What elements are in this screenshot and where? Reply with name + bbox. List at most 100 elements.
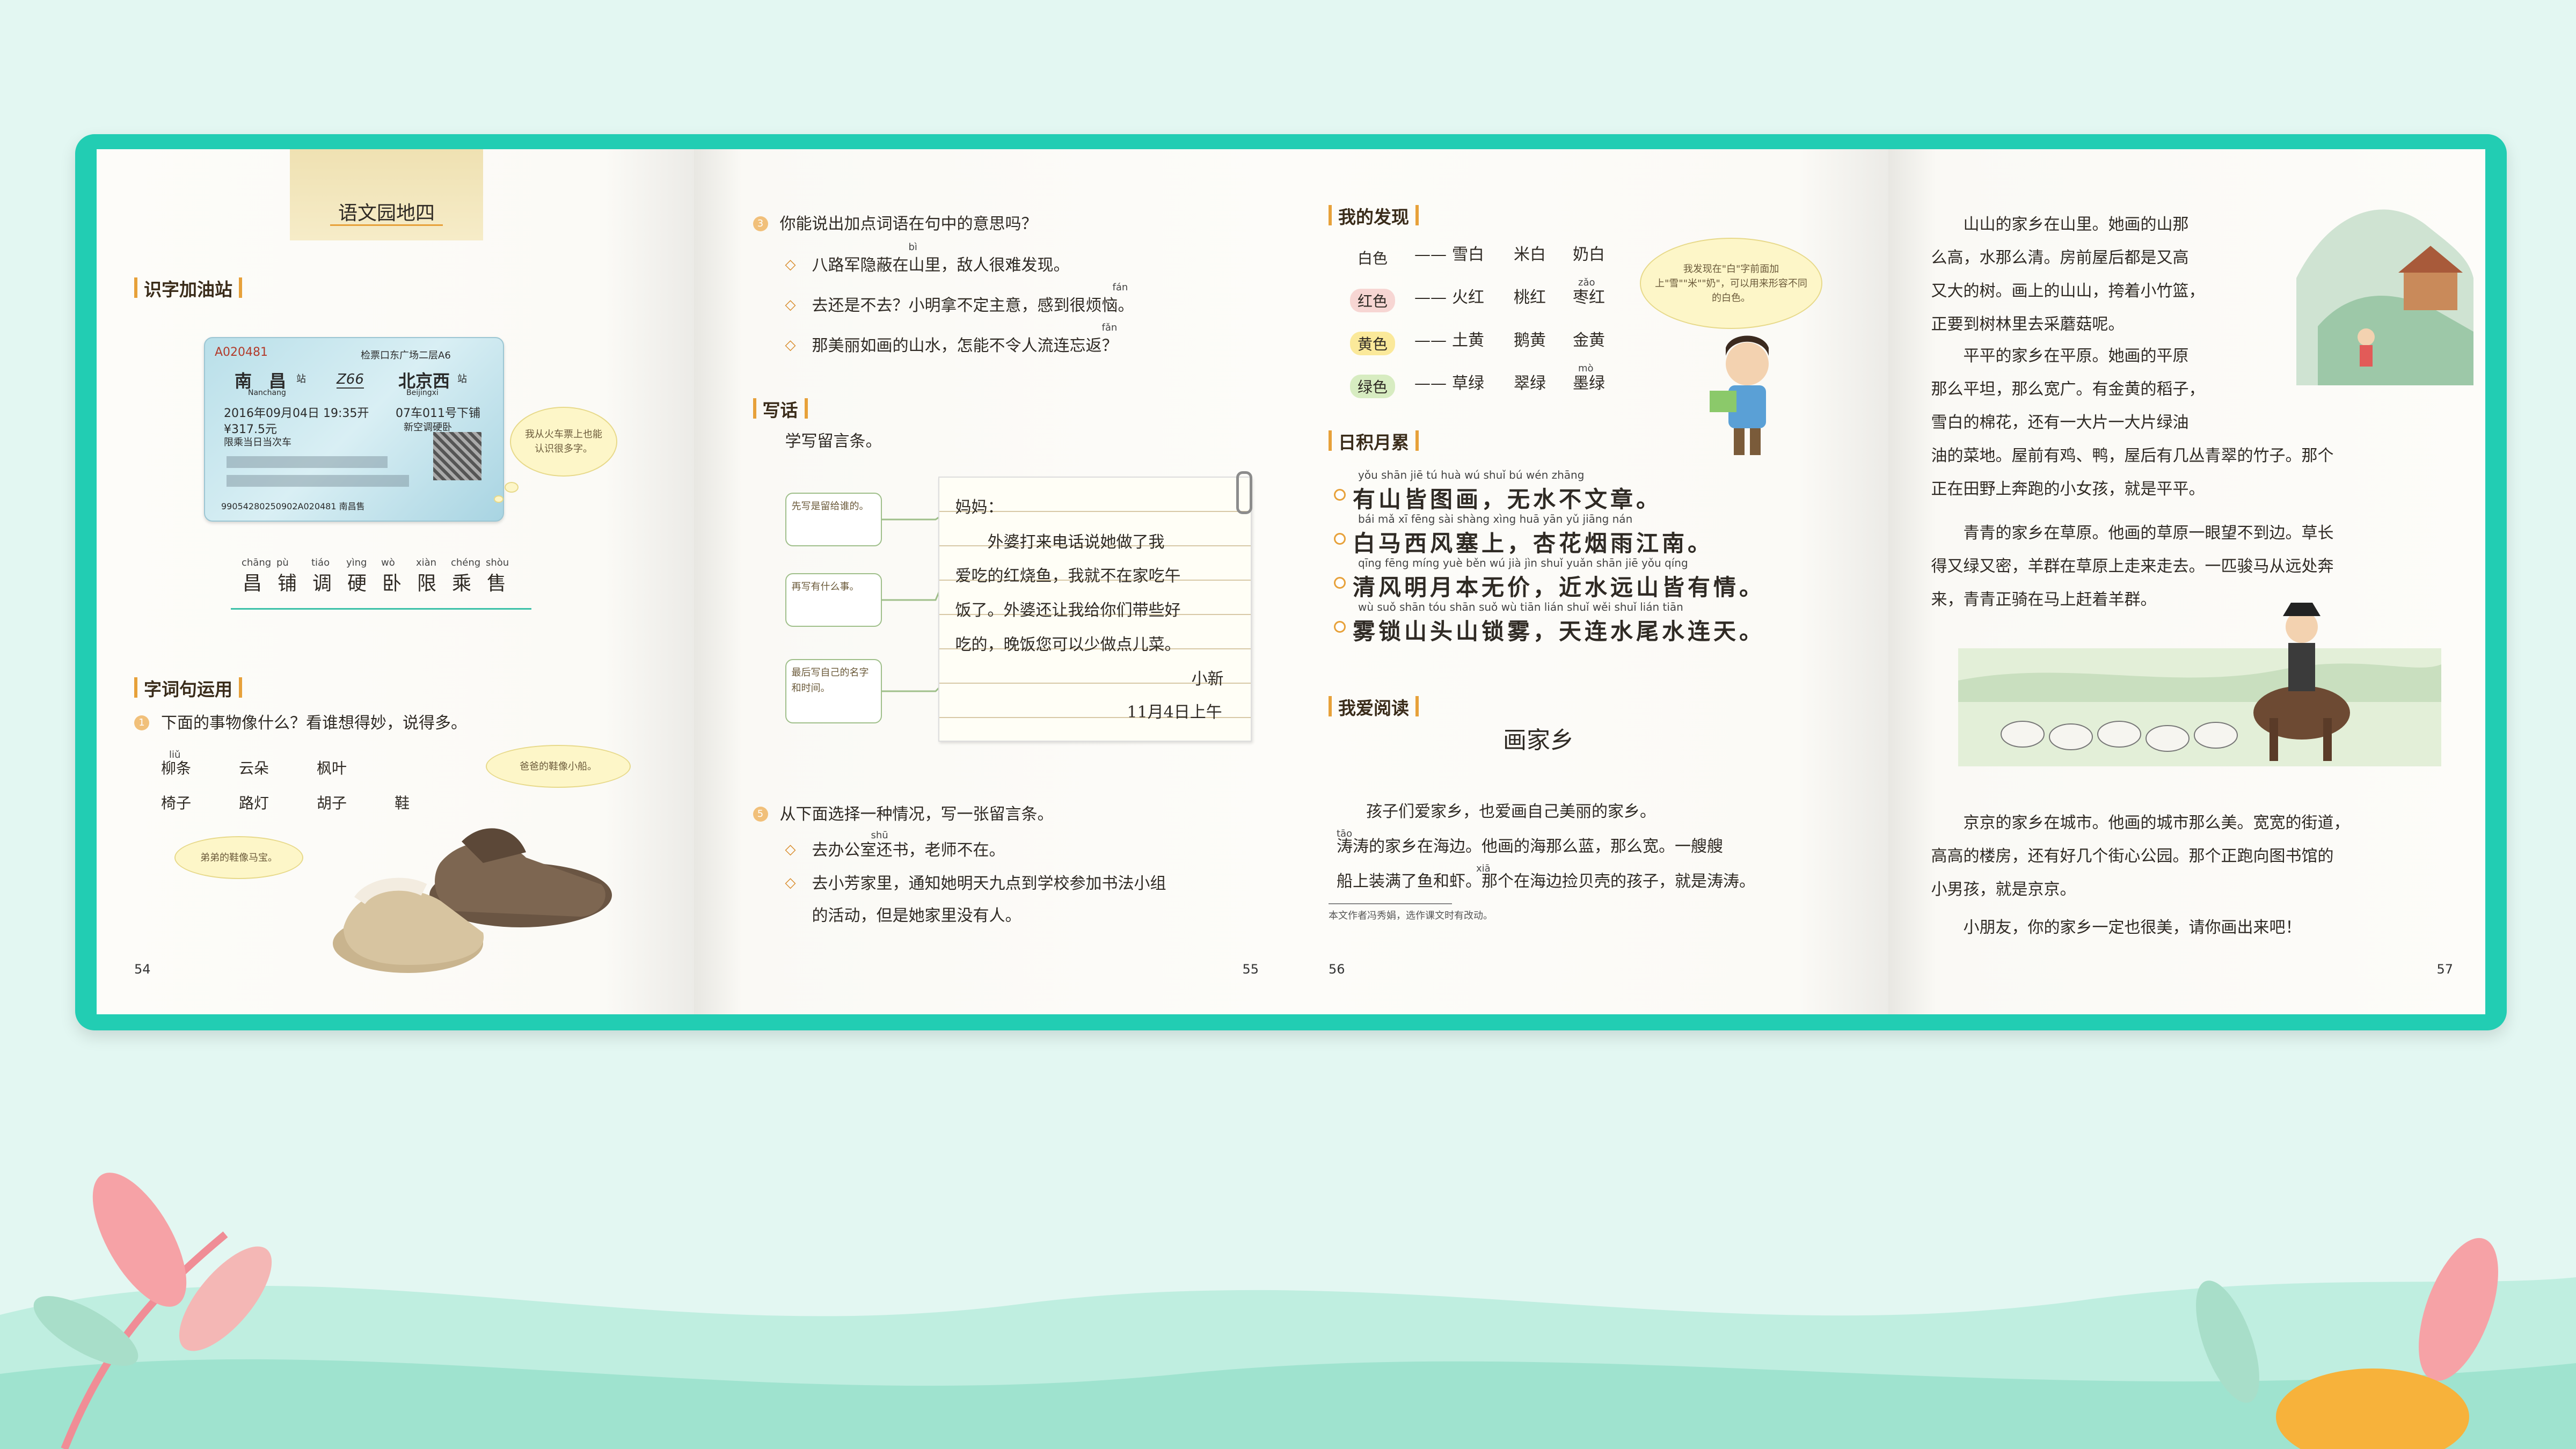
note-date: 11月4日上午 xyxy=(1127,703,1222,722)
body-line: 那么平坦，那么宽广。有金黄的稻子， xyxy=(1931,380,2205,399)
q3-pinyin: fán xyxy=(1112,282,1128,293)
body-line: 正要到树林里去采蘑菇呢。 xyxy=(1931,315,2125,334)
diamond-bullet-icon: ◇ xyxy=(785,257,796,273)
char-glyph: 卧 xyxy=(382,573,402,595)
body-line: 平平的家乡在平原。她画的平原 xyxy=(1963,347,2189,365)
color-keyword: 红色 xyxy=(1350,289,1396,312)
char-pinyin: xiàn xyxy=(416,557,437,568)
question-3: 你能说出加点词语在句中的意思吗？ xyxy=(779,215,1038,233)
ticket-car: 07车011号下铺 xyxy=(396,407,480,420)
color-word: 墨绿 xyxy=(1573,374,1605,393)
color-keyword: 绿色 xyxy=(1350,375,1396,398)
word-yunduo: 云朵 xyxy=(239,759,269,777)
ticket-note-1: 限乘当日当次车 xyxy=(224,437,291,448)
poem-line: 白马西风塞上，杏花烟雨江南。 xyxy=(1353,530,1714,557)
dash: —— xyxy=(1414,374,1447,393)
color-word: 土黄 xyxy=(1452,331,1484,350)
note-greeting: 妈妈： xyxy=(955,498,1004,517)
ticket-train: Z66 xyxy=(337,371,364,389)
speech-bubble-sister-shoe: 弟弟的鞋像马宝。 xyxy=(174,836,303,879)
poem-pinyin: qīng fēng míng yuè běn wú jià jìn shuǐ y… xyxy=(1358,557,1688,569)
poem-line: 雾锁山头山锁雾，天连水尾水连天。 xyxy=(1353,618,1765,645)
qr-code-icon xyxy=(433,432,481,480)
char-glyph: 调 xyxy=(312,573,332,595)
char-glyph: 限 xyxy=(417,573,437,595)
section-heading-literacy: 识字加油站 xyxy=(134,275,242,301)
word-ludeng: 路灯 xyxy=(239,794,269,812)
mindmap-box-2: 再写有什么事。 xyxy=(785,573,882,627)
body-line: 山山的家乡在山里。她画的山那 xyxy=(1963,215,2189,234)
q5-item-1: 去办公室还书，老师不在。 xyxy=(812,841,1005,860)
page-55: 3 你能说出加点词语在句中的意思吗？ ◇ bì 八路军隐蔽在山里，敌人很难发现。 ◇ f… xyxy=(694,149,1291,1014)
char-pinyin: chāng xyxy=(242,557,272,568)
poem-bullet-icon xyxy=(1334,577,1346,589)
banner-title: 语文园地四 xyxy=(338,202,435,224)
diamond-bullet-icon: ◇ xyxy=(785,337,796,353)
mountain-village-illustration xyxy=(2296,209,2473,385)
poem-pinyin: wù suǒ shān tóu shān suǒ wù tiān lián sh… xyxy=(1358,601,1683,613)
char-glyph: 硬 xyxy=(347,573,367,595)
word-fengye: 枫叶 xyxy=(317,759,347,777)
reading-title: 画家乡 xyxy=(1503,727,1574,754)
question-number: 3 xyxy=(753,216,768,231)
page-number: 57 xyxy=(2436,962,2453,977)
banner: 语文园地四 xyxy=(290,149,483,240)
train-ticket: A020481 检票口东广场二层A6 南 昌 站 Nanchang Z66 北京… xyxy=(204,337,504,522)
q3-pinyin: bì xyxy=(908,241,917,253)
dash: —— xyxy=(1414,245,1447,264)
section-heading-discovery: 我的发现 xyxy=(1329,203,1419,229)
reading-line: 船上装满了鱼和虾。那个在海边捡贝壳的孩子，就是涛涛。 xyxy=(1337,872,1755,891)
color-pinyin: zǎo xyxy=(1578,277,1595,288)
color-keyword: 黄色 xyxy=(1350,332,1396,355)
footnote: 本文作者冯秀娟，选作课文时有改动。 xyxy=(1329,910,1493,921)
q3-item: 去还是不去？小明拿不定主意，感到很烦恼。 xyxy=(812,296,1134,315)
discovery-speech-bubble: 我发现在"白"字前面加上"雪""米""奶"，可以用来形容不同的白色。 xyxy=(1640,238,1822,329)
body-line: 么高，水那么清。房前屋后都是又高 xyxy=(1931,248,2189,267)
body-line: 小男孩，就是京京。 xyxy=(1931,880,2076,899)
poem-bullet-icon xyxy=(1334,533,1346,545)
color-keyword: 白色 xyxy=(1358,250,1388,267)
note-line: 爱吃的红烧鱼，我就不在家吃午 xyxy=(955,567,1181,586)
color-word: 奶白 xyxy=(1573,245,1605,264)
page-54: 语文园地四 识字加油站 A020481 检票口东广场二层A6 南 昌 站 Nan… xyxy=(97,149,694,1014)
ticket-code: 99054280250902A020481 南昌售 xyxy=(221,501,365,511)
diamond-bullet-icon: ◇ xyxy=(785,841,796,858)
color-pinyin: mò xyxy=(1578,363,1594,374)
speech-bubble-dad-shoe: 爸爸的鞋像小船。 xyxy=(486,745,631,788)
ticket-datetime: 2016年09月04日 19:35开 xyxy=(224,407,369,420)
word-yizi: 椅子 xyxy=(161,794,192,812)
question-1: 下面的事物像什么？看谁想得妙，说得多。 xyxy=(161,714,467,733)
body-line: 高高的楼房，还有好几个街心公园。那个正跑向图书馆的 xyxy=(1931,847,2334,866)
char-pinyin: pù xyxy=(276,557,289,568)
q5-item-2-cont: 的活动，但是她家里没有人。 xyxy=(812,906,1021,925)
boy-reading-illustration xyxy=(1710,335,1769,455)
char-pinyin: tiáo xyxy=(311,557,330,568)
color-word: 米白 xyxy=(1514,245,1546,264)
color-word: 火红 xyxy=(1452,288,1484,307)
page-number: 55 xyxy=(1242,962,1259,977)
poem-bullet-icon xyxy=(1334,489,1346,501)
page-number: 56 xyxy=(1329,962,1345,977)
q3-item: 八路军隐蔽在山里，敌人很难发现。 xyxy=(812,256,1070,275)
body-line: 雪白的棉花，还有一大片一大片绿油 xyxy=(1931,413,2189,432)
char-glyph: 铺 xyxy=(278,573,297,595)
section-heading-reading: 我爱阅读 xyxy=(1329,694,1419,720)
page-number: 54 xyxy=(134,962,151,977)
poem-line: 有山皆图画，无水不文章。 xyxy=(1353,486,1662,513)
color-word: 枣红 xyxy=(1573,288,1605,307)
body-line: 小朋友，你的家乡一定也很美，请你画出来吧！ xyxy=(1963,918,2302,937)
pinyin-liu: liǔ xyxy=(169,749,181,760)
diamond-bullet-icon: ◇ xyxy=(785,297,796,313)
word-liutiao: 柳条 xyxy=(161,759,192,777)
color-word: 雪白 xyxy=(1452,245,1484,264)
ticket-speech-bubble: 我从火车票上也能认识很多字。 xyxy=(510,407,617,477)
char-pinyin: yìng xyxy=(346,557,367,568)
note-line: 外婆打来电话说她做了我 xyxy=(987,533,1165,552)
dash: —— xyxy=(1414,288,1447,307)
ticket-redacted xyxy=(227,456,388,468)
mindmap-box-3: 最后写自己的名字和时间。 xyxy=(785,659,882,723)
char-glyph: 乘 xyxy=(452,573,472,595)
ticket-to-pinyin: Beijingxi xyxy=(406,389,439,397)
color-word: 鹅黄 xyxy=(1514,331,1546,350)
color-word: 翠绿 xyxy=(1514,374,1546,393)
